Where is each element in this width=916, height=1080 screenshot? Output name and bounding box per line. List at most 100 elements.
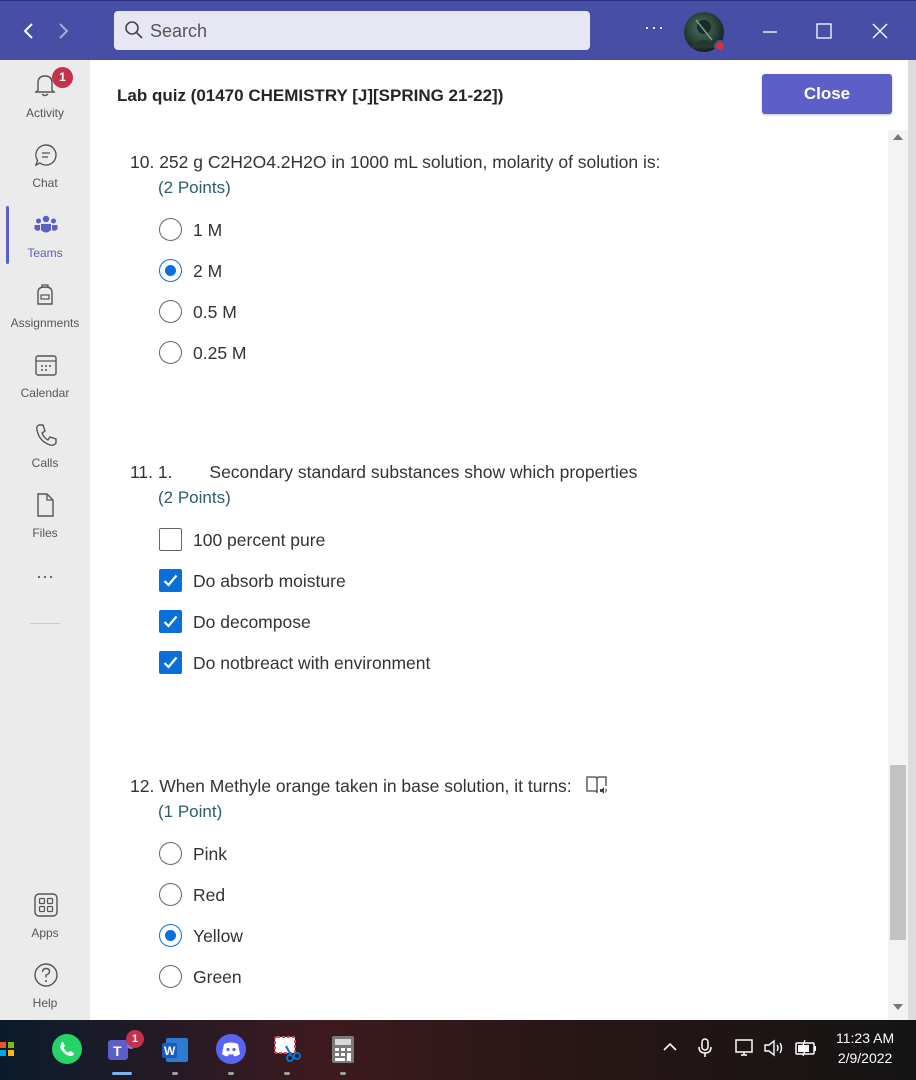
app-indicator	[340, 1072, 346, 1075]
clock-time: 11:23 AM	[836, 1030, 895, 1046]
search-input[interactable]	[150, 18, 570, 44]
vertical-scrollbar[interactable]	[888, 130, 908, 1020]
window-edge	[908, 60, 916, 1020]
help-icon	[34, 963, 58, 987]
checkmark-icon	[163, 656, 178, 669]
answer-option[interactable]: Red	[158, 883, 609, 924]
rail-item-calendar[interactable]: Calendar	[0, 344, 90, 410]
radio-button[interactable]	[159, 842, 182, 865]
volume-icon[interactable]	[762, 1037, 786, 1064]
avatar[interactable]	[684, 12, 726, 52]
immersive-reader-icon[interactable]	[585, 774, 609, 796]
rail-label-help: Help	[32, 996, 58, 1010]
answer-option[interactable]: 1 M	[158, 218, 660, 259]
quiz-content: 10. 252 g C2H2O4.2H2O in 1000 mL solutio…	[90, 130, 888, 1020]
answer-option[interactable]: 2 M	[158, 259, 660, 300]
scroll-down-arrow-icon[interactable]	[893, 1004, 903, 1010]
rail-label-calendar: Calendar	[20, 386, 70, 400]
show-hidden-icons-icon[interactable]	[660, 1037, 680, 1062]
page-title: Lab quiz (01470 CHEMISTRY [J][SPRING 21-…	[117, 86, 504, 105]
option-label: 1 M	[193, 220, 223, 240]
maximize-icon[interactable]	[806, 13, 842, 49]
question-text: 12. When Methyle orange taken in base so…	[130, 774, 609, 797]
option-label: Red	[193, 885, 226, 905]
radio-button[interactable]	[159, 965, 182, 988]
rail-item-assignments[interactable]: Assignments	[0, 274, 90, 340]
discord-icon[interactable]	[214, 1032, 248, 1066]
answer-option[interactable]: Pink	[158, 842, 609, 883]
radio-button[interactable]	[159, 883, 182, 906]
rail-item-calls[interactable]: Calls	[0, 414, 90, 480]
phone-icon	[36, 424, 57, 446]
status-indicator	[714, 40, 726, 52]
checkmark-icon	[163, 615, 178, 628]
answer-option[interactable]: 100 percent pure	[158, 528, 637, 569]
battery-icon[interactable]	[794, 1037, 818, 1064]
question-points: (2 Points)	[158, 178, 231, 197]
rail-divider	[30, 623, 60, 624]
checkbox-checked[interactable]	[159, 569, 182, 592]
option-label: Do absorb moisture	[193, 571, 346, 591]
rail-label-teams: Teams	[27, 246, 63, 260]
question-number: 11.	[130, 462, 154, 482]
checkbox-checked[interactable]	[159, 610, 182, 633]
question-text: 11. 1. Secondary standard substances sho…	[130, 462, 637, 483]
snipping-tool-icon[interactable]	[270, 1032, 304, 1066]
scrollbar-thumb[interactable]	[890, 765, 906, 940]
rail-item-activity[interactable]: 1 Activity	[0, 64, 90, 130]
network-icon[interactable]	[734, 1037, 756, 1064]
checkbox[interactable]	[159, 528, 182, 551]
answer-option[interactable]: 0.5 M	[158, 300, 660, 341]
rail-label-assignments: Assignments	[10, 316, 80, 330]
rail-item-help[interactable]: Help	[0, 954, 90, 1020]
svg-text:T: T	[113, 1043, 122, 1059]
calculator-icon[interactable]	[326, 1032, 360, 1066]
more-options-icon[interactable]: ···	[644, 17, 665, 38]
answer-option[interactable]: Yellow	[158, 924, 609, 965]
answer-option[interactable]: Do notbreact with environment	[158, 651, 637, 692]
search-box[interactable]	[114, 11, 590, 50]
search-icon	[125, 21, 143, 39]
answer-option[interactable]: 0.25 M	[158, 341, 660, 382]
minimize-icon[interactable]	[752, 13, 788, 49]
rail-label-activity: Activity	[25, 106, 64, 120]
checkbox-checked[interactable]	[159, 651, 182, 674]
radio-button-selected[interactable]	[159, 259, 182, 282]
option-label: 0.5 M	[193, 302, 237, 322]
option-label: 0.25 M	[193, 343, 247, 363]
app-indicator	[172, 1072, 178, 1075]
clock[interactable]: 11:23 AM 2/9/2022	[836, 1030, 894, 1066]
taskbar: T 1 W 11:23 AM 2/9/2022	[0, 1020, 916, 1080]
rail-label-apps: Apps	[31, 926, 59, 940]
rail-item-files[interactable]: Files	[0, 484, 90, 550]
answer-option[interactable]: Do absorb moisture	[158, 569, 637, 610]
radio-button[interactable]	[159, 341, 182, 364]
question-body: Secondary standard substances show which…	[209, 462, 638, 482]
app-rail: 1 Activity Chat Teams Assignments Calend…	[0, 60, 90, 1020]
forward-arrow-icon[interactable]	[52, 19, 74, 43]
panel-header: Lab quiz (01470 CHEMISTRY [J][SPRING 21-…	[90, 60, 908, 130]
rail-item-chat[interactable]: Chat	[0, 134, 90, 200]
rail-item-more[interactable]: ···	[0, 566, 90, 596]
rail-item-apps[interactable]: Apps	[0, 884, 90, 950]
rail-item-teams[interactable]: Teams	[0, 204, 90, 270]
question-number: 10.	[130, 152, 155, 172]
chat-icon	[34, 144, 57, 167]
microphone-icon[interactable]	[696, 1037, 714, 1064]
scroll-up-arrow-icon[interactable]	[893, 134, 903, 140]
answer-options: Pink Red Yellow Green	[158, 842, 609, 1006]
question-points: (1 Point)	[158, 802, 223, 821]
close-window-icon[interactable]	[862, 13, 898, 49]
close-button[interactable]: Close	[762, 74, 892, 114]
back-arrow-icon[interactable]	[18, 19, 40, 43]
start-icon[interactable]	[0, 1032, 18, 1066]
answer-option[interactable]: Green	[158, 965, 609, 1006]
quiz-panel: Lab quiz (01470 CHEMISTRY [J][SPRING 21-…	[90, 60, 908, 1020]
question-12: 12. When Methyle orange taken in base so…	[130, 774, 609, 1006]
radio-button[interactable]	[159, 300, 182, 323]
answer-option[interactable]: Do decompose	[158, 610, 637, 651]
word-icon[interactable]: W	[158, 1032, 192, 1066]
radio-button-selected[interactable]	[159, 924, 182, 947]
radio-button[interactable]	[159, 218, 182, 241]
whatsapp-icon[interactable]	[50, 1032, 84, 1066]
